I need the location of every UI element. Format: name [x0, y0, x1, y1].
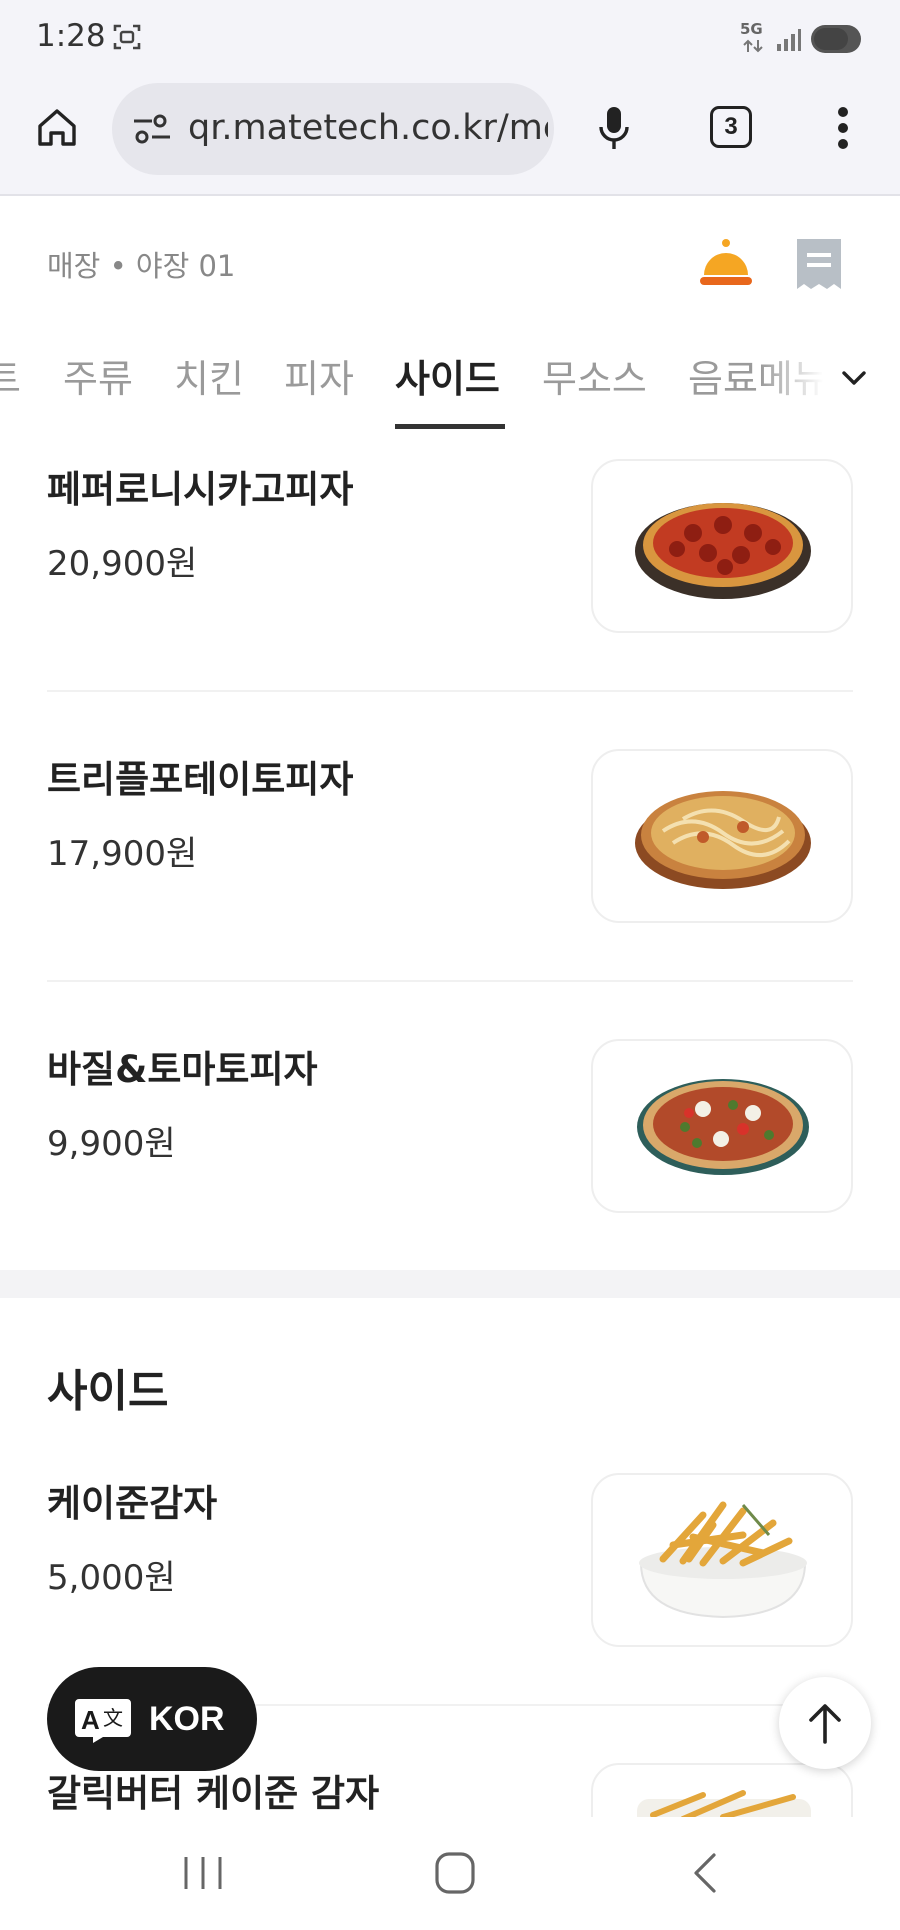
- status-time: 1:28: [36, 18, 106, 54]
- pepperoni-pizza-image: [591, 459, 853, 633]
- mic-icon: [599, 107, 629, 149]
- site-settings-icon[interactable]: [132, 111, 172, 147]
- home-nav-icon[interactable]: [434, 1851, 476, 1895]
- status-bar: 1:28 5G: [0, 0, 900, 78]
- tab-side[interactable]: 사이드: [395, 348, 500, 403]
- item-name: 갈릭버터 케이준 감자: [47, 1772, 380, 1815]
- item-name: 케이준감자: [47, 1482, 218, 1525]
- arrow-up-icon: [809, 1704, 841, 1744]
- recent-apps-icon[interactable]: [180, 1853, 226, 1893]
- receipt-icon[interactable]: [795, 237, 843, 291]
- section-separator: [0, 1270, 900, 1298]
- network-arrows-icon: [743, 39, 763, 53]
- tab-pizza[interactable]: 피자: [284, 348, 354, 403]
- tab-no-sauce[interactable]: 무소스: [542, 348, 647, 403]
- address-bar[interactable]: qr.matetech.co.kr/me: [112, 83, 554, 175]
- item-name: 트리플포테이토피자: [47, 758, 354, 801]
- active-tab-indicator: [395, 424, 505, 429]
- item-price: 17,900원: [47, 834, 198, 874]
- more-menu-button[interactable]: [826, 101, 860, 155]
- chevron-down-icon[interactable]: [834, 358, 874, 398]
- status-indicators: 5G: [734, 18, 864, 58]
- bell-icon[interactable]: [696, 235, 756, 291]
- item-price: 20,900원: [47, 544, 198, 584]
- tab-chicken[interactable]: 치킨: [174, 348, 244, 403]
- menu-item[interactable]: 페퍼로니시카고피자 20,900원: [0, 459, 900, 639]
- tabs-fade: [760, 340, 900, 432]
- home-icon: [38, 109, 76, 146]
- category-tabs: 트 주류 치킨 피자 사이드 무소스 음료메뉴: [0, 340, 900, 432]
- signal-icon: [777, 29, 801, 51]
- more-vert-icon: [838, 107, 848, 149]
- tab-alcohol[interactable]: 주류: [63, 348, 133, 403]
- tab-switcher-icon: 3: [710, 106, 752, 148]
- voice-search-button[interactable]: [590, 101, 638, 155]
- potato-pizza-image: [591, 749, 853, 923]
- screenshot-icon: [113, 24, 141, 50]
- item-divider: [47, 690, 853, 692]
- battery-icon: [811, 25, 861, 53]
- store-table-label: 매장 • 야장 01: [47, 249, 236, 283]
- item-name: 페퍼로니시카고피자: [47, 468, 354, 511]
- garlic-butter-fries-image: [591, 1763, 853, 1817]
- language-toggle-button[interactable]: A 文 KOR: [47, 1667, 257, 1771]
- svg-text:A: A: [81, 1705, 100, 1735]
- svg-text:文: 文: [103, 1706, 123, 1730]
- tab-switcher-button[interactable]: 3: [707, 103, 755, 151]
- item-price: 5,000원: [47, 1558, 176, 1598]
- url-text[interactable]: qr.matetech.co.kr/me: [188, 108, 548, 148]
- menu-item[interactable]: 바질&토마토피자 9,900원: [0, 1039, 900, 1219]
- system-navigation-bar: [0, 1817, 900, 1930]
- section-title-side: 사이드: [47, 1366, 169, 1417]
- item-name: 바질&토마토피자: [47, 1048, 318, 1091]
- tab-partial[interactable]: 트: [0, 348, 21, 403]
- menu-item[interactable]: 케이준감자 5,000원: [0, 1473, 900, 1653]
- network-label: 5G: [740, 20, 763, 38]
- item-price: 9,900원: [47, 1124, 176, 1164]
- home-button[interactable]: [30, 101, 84, 155]
- item-divider: [47, 980, 853, 982]
- cajun-fries-image: [591, 1473, 853, 1647]
- language-label: KOR: [149, 1699, 225, 1738]
- translate-icon: A 文: [75, 1699, 131, 1743]
- menu-item[interactable]: 트리플포테이토피자 17,900원: [0, 749, 900, 929]
- tab-count: 3: [724, 113, 738, 140]
- basil-tomato-pizza-image: [591, 1039, 853, 1213]
- menu-item[interactable]: 갈릭버터 케이준 감자: [0, 1763, 900, 1817]
- scroll-to-top-button[interactable]: [779, 1677, 871, 1769]
- back-icon[interactable]: [690, 1851, 722, 1895]
